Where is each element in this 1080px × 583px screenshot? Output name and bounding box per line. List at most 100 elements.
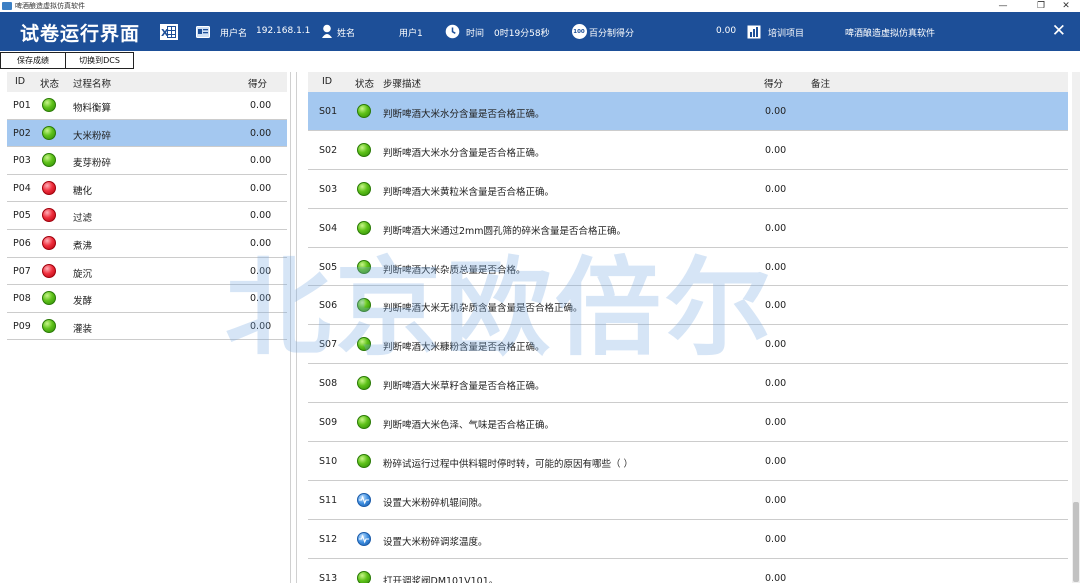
step-description: 判断啤酒大米黄粒米含量是否合格正确。 xyxy=(383,186,555,198)
process-name: 发酵 xyxy=(73,296,93,308)
process-row[interactable]: P05 过滤 0.00 xyxy=(7,202,287,230)
step-score: 0.00 xyxy=(765,300,787,312)
score-value: 0.00 xyxy=(716,26,737,36)
step-row[interactable]: S06 判断啤酒大米无机杂质含量含量是否合格正确。 0.00 xyxy=(308,286,1068,326)
step-row[interactable]: S05 判断啤酒大米杂质总量是否合格。 0.00 xyxy=(308,248,1068,287)
step-id: S10 xyxy=(319,456,338,468)
step-row[interactable]: S09 判断啤酒大米色泽、气味是否合格正确。 0.00 xyxy=(308,403,1068,443)
process-name: 煮沸 xyxy=(73,240,93,252)
col-step-status: 状态 xyxy=(355,79,375,90)
step-id: S12 xyxy=(319,533,338,545)
step-id: S06 xyxy=(319,300,338,312)
step-row[interactable]: S07 判断啤酒大米糠粉含量是否合格正确。 0.00 xyxy=(308,325,1068,365)
process-name: 物料衡算 xyxy=(73,103,112,114)
process-score: 0.00 xyxy=(250,182,272,194)
excel-export-icon[interactable]: X xyxy=(158,23,180,40)
save-score-button[interactable]: 保存成绩 xyxy=(0,52,66,69)
step-description: 判断啤酒大米水分含量是否合格正确。 xyxy=(383,147,545,159)
step-description: 判断啤酒大米色泽、气味是否合格正确。 xyxy=(383,420,555,432)
col-step-score: 得分 xyxy=(764,79,784,90)
status-green-icon xyxy=(357,220,371,235)
step-description: 判断啤酒大米糠粉含量是否合格正确。 xyxy=(383,342,545,354)
maximize-button[interactable]: ❐ xyxy=(1027,0,1055,12)
step-score: 0.00 xyxy=(765,261,787,273)
process-row[interactable]: P08 发酵 0.00 xyxy=(7,285,287,313)
step-row[interactable]: S03 判断啤酒大米黄粒米含量是否合格正确。 0.00 xyxy=(308,170,1068,209)
status-red-icon xyxy=(42,263,56,278)
step-score: 0.00 xyxy=(765,417,787,429)
status-blue-icon xyxy=(357,492,371,507)
step-id: S04 xyxy=(319,222,338,234)
step-score: 0.00 xyxy=(765,339,787,351)
step-row[interactable]: S08 判断啤酒大米草籽含量是否合格正确。 0.00 xyxy=(308,364,1068,404)
user-label: 用户名 xyxy=(220,29,248,39)
status-green-icon xyxy=(357,415,371,430)
step-id: S08 xyxy=(319,378,338,390)
step-row[interactable]: S13 打开调浆阀DM101V101。 0.00 xyxy=(308,559,1068,583)
time-label: 时间 xyxy=(466,29,485,39)
process-id: P05 xyxy=(13,210,31,222)
process-name: 灌装 xyxy=(73,323,93,335)
svg-text:X: X xyxy=(161,28,169,39)
status-green-icon xyxy=(357,454,371,469)
vertical-scrollbar[interactable] xyxy=(1072,72,1080,583)
status-green-icon xyxy=(357,570,371,583)
switch-dcs-button[interactable]: 切换到DCS xyxy=(66,52,134,69)
window-titlebar: 啤酒酿造虚拟仿真软件 — ❐ ✕ xyxy=(0,0,1080,12)
process-row[interactable]: P01 物料衡算 0.00 xyxy=(7,92,287,120)
process-row[interactable]: P09 灌装 0.00 xyxy=(7,313,287,341)
process-id: P01 xyxy=(13,100,31,111)
step-row[interactable]: S12 设置大米粉碎调浆温度。 0.00 xyxy=(308,520,1068,559)
step-description: 设置大米粉碎机辊间隙。 xyxy=(383,497,488,509)
score-label: 百分制得分 xyxy=(589,29,635,39)
status-green-icon xyxy=(42,318,56,333)
process-id: P02 xyxy=(13,127,31,139)
step-row[interactable]: S11 设置大米粉碎机辊间隙。 0.00 xyxy=(308,481,1068,520)
status-green-icon xyxy=(357,376,371,391)
process-id: P03 xyxy=(13,155,31,167)
process-row[interactable]: P02 大米粉碎 0.00 xyxy=(7,119,287,148)
step-description: 打开调浆阀DM101V101。 xyxy=(383,575,499,583)
scrollbar-thumb[interactable] xyxy=(1073,502,1079,582)
process-row[interactable]: P07 旋沉 0.00 xyxy=(7,258,287,286)
status-green-icon xyxy=(357,181,371,196)
process-score: 0.00 xyxy=(250,265,272,277)
step-row[interactable]: S01 判断啤酒大米水分含量是否合格正确。 0.00 xyxy=(308,92,1068,131)
close-icon[interactable]: ✕ xyxy=(1052,21,1066,41)
process-row[interactable]: P03 麦芽粉碎 0.00 xyxy=(7,147,287,175)
score-100-icon: 100 xyxy=(571,23,587,40)
step-score: 0.00 xyxy=(765,222,787,234)
status-green-icon xyxy=(357,337,371,352)
status-green-icon xyxy=(42,291,56,306)
status-blue-icon xyxy=(357,531,371,546)
status-red-icon xyxy=(42,235,56,250)
process-score: 0.00 xyxy=(250,100,272,111)
process-row[interactable]: P04 糖化 0.00 xyxy=(7,175,287,203)
step-row[interactable]: S02 判断啤酒大米水分含量是否合格正确。 0.00 xyxy=(308,131,1068,170)
process-row[interactable]: P06 煮沸 0.00 xyxy=(7,230,287,258)
user-ip: 192.168.1.1 xyxy=(256,26,311,36)
app-header: 试卷运行界面 X 用户名 192.168.1.1 姓名 用户1 时间 0时19分… xyxy=(0,12,1080,51)
project-label: 培训项目 xyxy=(768,29,805,39)
col-step-id: ID xyxy=(322,76,333,87)
step-row[interactable]: S04 判断啤酒大米通过2mm圆孔筛的碎米含量是否合格正确。 0.00 xyxy=(308,209,1068,248)
person-pin-icon xyxy=(320,23,334,40)
user-card-icon xyxy=(195,23,211,40)
bar-chart-icon xyxy=(746,23,762,40)
col-step-note: 备注 xyxy=(811,79,831,90)
minimize-button[interactable]: — xyxy=(989,0,1017,12)
window-title: 啤酒酿造虚拟仿真软件 xyxy=(15,2,85,10)
splitter-line[interactable] xyxy=(296,72,297,583)
process-id: P07 xyxy=(13,265,31,277)
step-row[interactable]: S10 粉碎试运行过程中供料辊时停时转，可能的原因有哪些（ ） 0.00 xyxy=(308,442,1068,481)
process-score: 0.00 xyxy=(250,237,272,249)
step-id: S09 xyxy=(319,417,338,429)
window-close-button[interactable]: ✕ xyxy=(1052,0,1080,12)
process-name: 旋沉 xyxy=(73,268,93,280)
step-description: 判断啤酒大米草籽含量是否合格正确。 xyxy=(383,381,545,393)
step-description: 粉碎试运行过程中供料辊时停时转，可能的原因有哪些（ ） xyxy=(383,459,634,471)
step-score: 0.00 xyxy=(765,572,787,583)
status-green-icon xyxy=(357,259,371,274)
process-id: P08 xyxy=(13,293,31,305)
clock-icon xyxy=(444,23,460,40)
